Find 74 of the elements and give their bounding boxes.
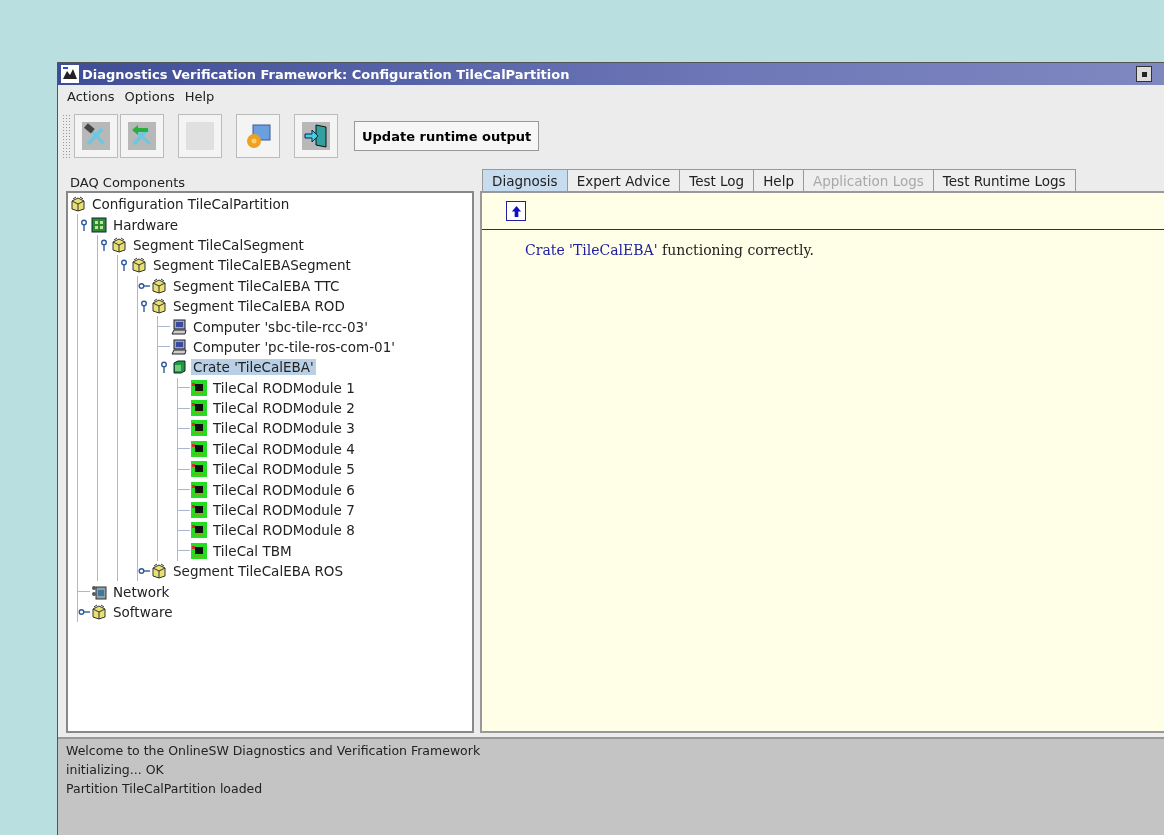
monitor-gear-icon [244,122,272,150]
expand-toggle[interactable] [138,300,150,313]
computer-icon [171,338,187,355]
app-icon [61,65,79,83]
computer-icon [171,318,187,335]
tree-item[interactable]: Network [111,583,172,600]
box-icon [111,236,127,253]
box-icon [91,604,107,620]
chip-icon [191,502,207,519]
rack-icon [91,216,107,233]
expand-toggle[interactable] [158,361,170,374]
toolbar-button[interactable] [236,114,280,158]
toolbar-button[interactable] [294,114,338,158]
tree-item[interactable]: TileCal RODModule 1 [211,379,357,396]
tree-item[interactable]: Segment TileCalEBA TTC [171,277,342,294]
wrench-hammer-icon [82,122,110,150]
window-title: Diagnostics Verification Framework: Configuration TileCalPartition [82,66,571,82]
up-arrow-button[interactable] [506,201,526,221]
box-icon [131,257,147,274]
chip-icon [191,420,207,437]
tab[interactable]: Test Runtime Logs [932,169,1076,191]
tree-item[interactable]: Segment TileCalEBA ROS [171,563,346,580]
network-icon [91,583,107,600]
exit-door-icon [302,122,330,150]
chip-icon [191,481,207,498]
tree-item[interactable]: TileCal RODModule 6 [211,481,357,498]
tree-item[interactable]: TileCal RODModule 8 [211,522,357,539]
tree-item[interactable]: TileCal RODModule 3 [211,420,357,437]
chip-icon [191,400,207,417]
box-icon [151,277,167,294]
tree-item[interactable]: Software [111,604,175,620]
update-runtime-output-button[interactable]: Update runtime output [354,121,540,151]
toolbar-button[interactable] [74,114,118,158]
chip-icon [191,542,207,559]
expand-toggle[interactable] [78,218,90,231]
tree-item[interactable]: Computer 'sbc-tile-rcc-03' [191,318,370,335]
minimize-button[interactable] [1136,66,1152,82]
expand-toggle[interactable] [98,238,110,251]
crate-link[interactable]: Crate 'TileCalEBA' [525,242,658,258]
expand-toggle[interactable] [118,259,130,272]
tree-item[interactable]: Segment TileCalEBA ROD [171,298,347,315]
tree-item[interactable]: Segment TileCalSegment [131,236,306,253]
tree-item[interactable]: Segment TileCalEBASegment [151,257,353,274]
tree-item[interactable]: Configuration TileCalPartition [90,196,292,213]
panel-title: DAQ Components [69,174,187,191]
tree-item[interactable]: TileCal TBM [211,542,294,559]
tab[interactable]: Test Log [679,169,755,191]
up-arrow-icon [510,204,522,218]
tree-item[interactable]: TileCal RODModule 5 [211,461,357,478]
tree-item[interactable]: TileCal RODModule 4 [211,440,357,457]
tree-item[interactable]: TileCal RODModule 7 [211,502,357,519]
chip-icon [191,522,207,539]
tree-item[interactable]: Crate 'TileCalEBA' [191,359,316,376]
tab[interactable]: Expert Advice [566,169,681,191]
tree-item[interactable]: Hardware [111,216,181,233]
box-icon [151,298,167,315]
box-icon [151,563,167,580]
chip-icon [191,461,207,478]
tab[interactable]: Diagnosis [482,169,568,191]
log-line: Welcome to the OnlineSW Diagnostics and Verification Framework [66,743,482,760]
diagnosis-message: Crate 'TileCalEBA' functioning correctly. [525,242,815,258]
log-line: Partition TileCalPartition loaded [66,781,264,798]
chip-icon [191,379,207,396]
menu-item[interactable]: Actions [64,88,118,104]
crate-icon [171,359,187,376]
box-icon [70,196,86,213]
tree-item[interactable]: Computer 'pc-tile-ros-com-01' [191,338,397,355]
menu-item[interactable]: Help [181,88,218,104]
expand-toggle[interactable] [78,606,90,618]
chip-icon [191,440,207,457]
tab[interactable]: Help [753,169,804,191]
log-line: initializing... OK [66,762,165,779]
tree-item[interactable]: TileCal RODModule 2 [211,400,357,417]
menu-item[interactable]: Options [121,88,178,104]
